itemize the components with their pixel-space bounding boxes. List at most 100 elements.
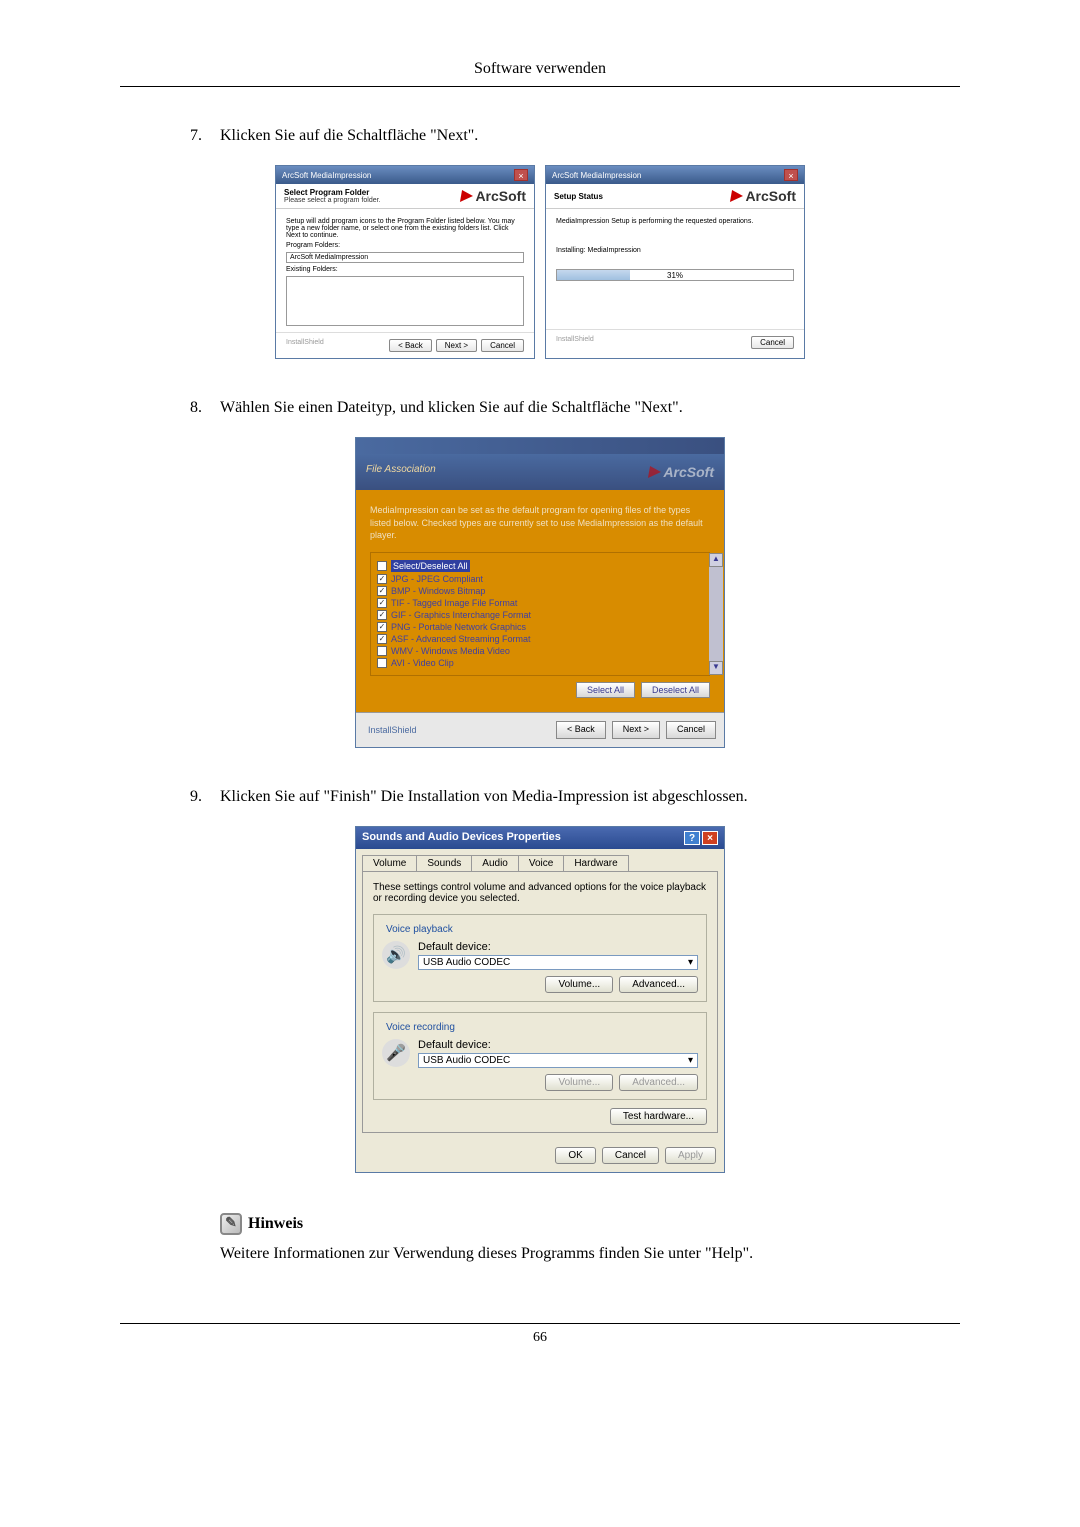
list-item[interactable]: ✓JPG - JPEG Compliant [377,573,703,585]
playback-volume-button[interactable]: Volume... [545,976,613,993]
dialog1-subdesc: Please select a program folder. [284,197,381,204]
dialog2-subtitle: Setup Status [554,192,603,201]
dialog1-folder-label: Program Folders: [286,242,524,249]
tab-sounds[interactable]: Sounds [416,855,472,871]
scroll-up-icon[interactable]: ▲ [709,553,723,567]
file-assoc-heading: File Association [366,464,436,480]
voice-recording-legend: Voice recording [382,1022,459,1033]
step-8: 8. Wählen Sie einen Dateityp, und klicke… [190,399,960,417]
list-item[interactable]: ✓GIF - Graphics Interchange Format [377,609,703,621]
dialog2-title: ArcSoft MediaImpression [552,171,641,180]
close-icon[interactable]: × [702,831,718,845]
cancel-button[interactable]: Cancel [481,339,524,352]
checkbox-icon[interactable]: ✓ [377,610,387,620]
scroll-down-icon[interactable]: ▼ [709,661,723,675]
help-icon[interactable]: ? [684,831,700,845]
dialog2-desc: MediaImpression Setup is performing the … [556,218,794,225]
list-item[interactable]: Select/Deselect All [377,559,703,573]
checkbox-icon[interactable] [377,658,387,668]
sounds-title: Sounds and Audio Devices Properties [362,831,561,845]
arcsoft-logo: ArcSoft [461,188,526,204]
scroll-thumb[interactable] [709,567,723,661]
playback-device-select[interactable]: USB Audio CODEC ▾ [418,955,698,970]
checkbox-icon[interactable]: ✓ [377,634,387,644]
arcsoft-logo: ArcSoft [649,464,714,480]
checkbox-icon[interactable]: ✓ [377,586,387,596]
checkbox-icon[interactable]: ✓ [377,574,387,584]
step-8-text: Wählen Sie einen Dateityp, und klicken S… [220,399,683,417]
cancel-button[interactable]: Cancel [602,1147,659,1164]
scrollbar[interactable]: ▲ ▼ [709,553,723,675]
recording-advanced-button: Advanced... [619,1074,698,1091]
installshield-label: InstallShield [286,339,324,352]
dialog2-installing: Installing: MediaImpression [556,247,794,254]
cancel-button[interactable]: Cancel [751,336,794,349]
select-all-button[interactable]: Select All [576,682,635,698]
tab-hardware[interactable]: Hardware [563,855,628,871]
step-7-num: 7. [190,127,220,145]
page-header: Software verwenden [120,60,960,87]
page-number: 66 [120,1330,960,1346]
tab-voice[interactable]: Voice [518,855,564,871]
sounds-desc: These settings control volume and advanc… [373,882,707,904]
checkbox-icon[interactable]: ✓ [377,622,387,632]
close-icon[interactable]: × [514,169,528,181]
file-association-dialog: File Association ArcSoft MediaImpression… [355,437,725,748]
file-assoc-desc: MediaImpression can be set as the defaul… [370,504,710,542]
step-8-num: 8. [190,399,220,417]
checkbox-icon[interactable] [377,646,387,656]
footer-divider [120,1323,960,1324]
note-label: Hinweis [248,1215,303,1233]
recording-volume-button: Volume... [545,1074,613,1091]
tab-bar: Volume Sounds Audio Voice Hardware [356,849,724,871]
existing-folders-list[interactable] [286,276,524,326]
microphone-icon: 🎤 [382,1039,410,1067]
list-item[interactable]: ✓ASF - Advanced Streaming Format [377,633,703,645]
chevron-down-icon: ▾ [688,1055,693,1066]
tab-audio[interactable]: Audio [471,855,519,871]
playback-label: Default device: [418,941,698,953]
progress-bar: 31% [556,269,794,281]
sounds-dialog: Sounds and Audio Devices Properties ? × … [355,826,725,1173]
next-button[interactable]: Next > [436,339,477,352]
checkbox-icon[interactable]: ✓ [377,598,387,608]
ok-button[interactable]: OK [555,1147,595,1164]
list-item[interactable]: ✓TIF - Tagged Image File Format [377,597,703,609]
list-item[interactable]: AVI - Video Clip [377,657,703,669]
progress-percent: 31% [667,270,683,282]
step-9-num: 9. [190,788,220,806]
program-folder-input[interactable]: ArcSoft MediaImpression [286,252,524,263]
checkbox-icon[interactable] [377,561,387,571]
next-button[interactable]: Next > [612,721,660,739]
apply-button: Apply [665,1147,716,1164]
note-icon: ✎ [220,1213,242,1235]
list-item[interactable]: ✓PNG - Portable Network Graphics [377,621,703,633]
chevron-down-icon: ▾ [688,957,693,968]
dialog-select-folder: ArcSoft MediaImpression × Select Program… [275,165,535,359]
recording-device-select[interactable]: USB Audio CODEC ▾ [418,1053,698,1068]
voice-playback-legend: Voice playback [382,924,457,935]
installshield-label: InstallShield [556,336,594,349]
back-button[interactable]: < Back [556,721,606,739]
step-7-screenshots: ArcSoft MediaImpression × Select Program… [120,165,960,359]
voice-playback-group: Voice playback 🔊 Default device: USB Aud… [373,914,707,1002]
dialog1-desc: Setup will add program icons to the Prog… [286,218,524,239]
dialog-titlebar [356,438,724,454]
step-7: 7. Klicken Sie auf die Schaltfläche "Nex… [190,127,960,145]
test-hardware-button[interactable]: Test hardware... [610,1108,707,1125]
installshield-label: InstallShield [364,721,421,739]
step-9: 9. Klicken Sie auf "Finish" Die Installa… [190,788,960,806]
arcsoft-logo: ArcSoft [731,188,796,204]
dialog1-existing-label: Existing Folders: [286,266,524,273]
voice-recording-group: Voice recording 🎤 Default device: USB Au… [373,1012,707,1100]
deselect-all-button[interactable]: Deselect All [641,682,710,698]
list-item[interactable]: WMV - Windows Media Video [377,645,703,657]
list-item[interactable]: ✓BMP - Windows Bitmap [377,585,703,597]
dialog-setup-status: ArcSoft MediaImpression × Setup Status A… [545,165,805,359]
file-type-list: Select/Deselect All ✓JPG - JPEG Complian… [370,552,710,676]
tab-volume[interactable]: Volume [362,855,417,871]
close-icon[interactable]: × [784,169,798,181]
cancel-button[interactable]: Cancel [666,721,716,739]
playback-advanced-button[interactable]: Advanced... [619,976,698,993]
back-button[interactable]: < Back [389,339,432,352]
